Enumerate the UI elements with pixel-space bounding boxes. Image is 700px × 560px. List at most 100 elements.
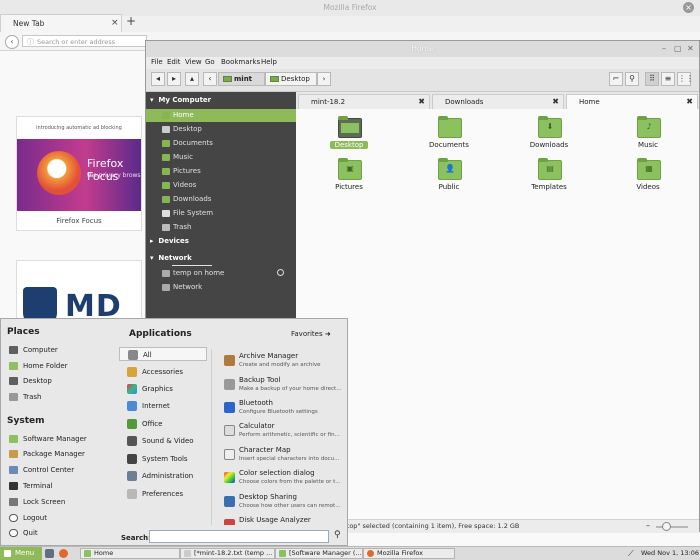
menu-file[interactable]: File: [151, 58, 163, 66]
menu-view[interactable]: View: [185, 58, 202, 66]
task-firefox[interactable]: Mozilla Firefox: [363, 548, 455, 559]
maximize-icon[interactable]: ▢: [674, 44, 682, 53]
forward-arrow-icon[interactable]: ▸: [167, 72, 181, 86]
minimize-icon[interactable]: –: [662, 44, 666, 53]
task-home[interactable]: Home: [80, 548, 180, 559]
close-icon[interactable]: ✕: [687, 44, 694, 53]
close-icon[interactable]: ✖: [552, 97, 559, 106]
desktop-folder-icon: [338, 116, 362, 138]
chevron-right-icon[interactable]: ›: [317, 72, 331, 86]
file-item-desktop[interactable]: Desktop: [321, 116, 377, 158]
sidebar-item-pictures[interactable]: Pictures: [146, 165, 296, 178]
sidebar-item-music[interactable]: Music: [146, 151, 296, 164]
breadcrumb-desktop[interactable]: Desktop: [265, 72, 317, 86]
app-calculator[interactable]: Calculator Perform arithmetic, scientific…: [219, 421, 343, 444]
file-item-documents[interactable]: Documents: [421, 116, 477, 158]
file-item-templates[interactable]: ▤ Templates: [521, 158, 577, 200]
sidebar-item-home[interactable]: Home: [146, 109, 296, 122]
file-item-music[interactable]: ♪ Music: [620, 116, 676, 158]
category-accessories[interactable]: Accessories: [119, 365, 207, 379]
app-desktop-sharing[interactable]: Desktop Sharing Choose how other users ca…: [219, 492, 343, 515]
home-icon: [162, 112, 170, 119]
back-arrow-icon[interactable]: ‹: [5, 35, 19, 49]
zoom-slider[interactable]: [656, 526, 688, 528]
up-arrow-icon[interactable]: ▴: [185, 72, 199, 86]
category-system-tools[interactable]: System Tools: [119, 452, 207, 466]
search-icon[interactable]: ⚲: [334, 530, 341, 540]
category-all[interactable]: All: [119, 347, 207, 361]
sidebar-item-desktop[interactable]: Desktop: [146, 123, 296, 136]
favorites-label: Favorites: [291, 330, 323, 338]
file-label: Public: [438, 183, 460, 191]
system-label: Software Manager: [23, 435, 87, 443]
breadcrumb-mint[interactable]: mint: [218, 72, 265, 86]
sidebar-item-documents[interactable]: Documents: [146, 137, 296, 150]
file-item-videos[interactable]: ▦ Videos: [620, 158, 676, 200]
firefox-tab-new[interactable]: New Tab ×: [0, 14, 122, 32]
app-color-selection[interactable]: Color selection dialog Choose colors from…: [219, 468, 343, 491]
search-input[interactable]: [149, 530, 329, 543]
plus-icon[interactable]: +: [126, 14, 136, 28]
menu-button[interactable]: Menu: [0, 547, 42, 560]
sidebar-item-temp-on-home[interactable]: temp on home: [146, 267, 296, 280]
menu-edit[interactable]: Edit: [167, 58, 181, 66]
chevron-left-icon[interactable]: ‹: [203, 72, 217, 86]
app-bluetooth[interactable]: Bluetooth Configure Bluetooth settings: [219, 398, 343, 421]
search-icon[interactable]: ⚲: [625, 72, 639, 86]
list-view-icon[interactable]: ≡: [661, 72, 675, 86]
close-icon[interactable]: ✖: [418, 97, 425, 106]
menu-go[interactable]: Go: [205, 58, 215, 66]
firefox-icon[interactable]: [59, 549, 68, 558]
category-preferences[interactable]: Preferences: [119, 487, 207, 501]
file-item-public[interactable]: 👤 Public: [421, 158, 477, 200]
network-status-icon[interactable]: ⟋: [628, 549, 634, 559]
app-archive-manager[interactable]: Archive Manager Create and modify an arch…: [219, 351, 343, 374]
url-bar[interactable]: ⓘ Search or enter address: [22, 35, 147, 47]
category-graphics[interactable]: Graphics: [119, 382, 207, 396]
toolbar: ◂ ▸ ▴ ‹ mint Desktop › ⌐ ⚲ ⠿ ≡ ⋮⋮: [146, 69, 699, 92]
app-backup-tool[interactable]: Backup Tool Make a backup of your home di…: [219, 375, 343, 398]
app-description: Perform arithmetic, scientific or fin...: [239, 432, 340, 438]
file-item-downloads[interactable]: ⬇ Downloads: [521, 116, 577, 158]
menu-help[interactable]: Help: [261, 58, 277, 66]
file-manager-titlebar[interactable]: Home – ▢ ✕: [146, 41, 699, 57]
sidebar-item-trash[interactable]: Trash: [146, 221, 296, 234]
sound-video-icon: [127, 436, 137, 446]
icon-view-icon[interactable]: ⠿: [645, 72, 659, 86]
back-arrow-icon[interactable]: ◂: [151, 72, 165, 86]
sidebar-section-my-computer[interactable]: ▾ My Computer: [150, 96, 211, 104]
top-site-tile-firefox-focus[interactable]: introducing automatic ad blocking Firefo…: [16, 116, 142, 231]
firefox-close-icon[interactable]: ×: [683, 2, 694, 13]
sidebar-item-label: File System: [173, 209, 214, 217]
compact-view-icon[interactable]: ⋮⋮: [677, 72, 694, 86]
clock[interactable]: Wed Nov 1, 13:06: [641, 549, 699, 557]
close-icon[interactable]: ✖: [686, 97, 693, 106]
category-sound-video[interactable]: Sound & Video: [119, 434, 207, 448]
file-item-pictures[interactable]: ▣ Pictures: [321, 158, 377, 200]
sidebar-item-downloads[interactable]: Downloads: [146, 193, 296, 206]
toggle-location-icon[interactable]: ⌐: [609, 72, 623, 86]
zoom-out-icon[interactable]: –: [646, 521, 650, 530]
app-disk-usage-analyzer[interactable]: Disk Usage Analyzer: [219, 515, 343, 525]
close-icon[interactable]: ×: [111, 18, 119, 28]
category-administration[interactable]: Administration: [119, 469, 207, 483]
zoom-slider-handle[interactable]: [662, 522, 671, 531]
sidebar-section-network[interactable]: ▾ Network: [150, 254, 192, 262]
favorites-button[interactable]: Favorites ➜: [291, 330, 331, 338]
category-internet[interactable]: Internet: [119, 399, 207, 413]
task-software-manager[interactable]: [Software Manager (...: [275, 548, 363, 559]
sidebar-item-network[interactable]: Network: [146, 281, 296, 294]
task-text-editor[interactable]: [*mint-18.2.txt (temp ...: [180, 548, 275, 559]
sidebar-item-videos[interactable]: Videos: [146, 179, 296, 192]
category-office[interactable]: Office: [119, 417, 207, 431]
file-label: Templates: [531, 183, 567, 191]
tab-downloads[interactable]: Downloads ✖: [432, 94, 564, 109]
tab-mint-18-2[interactable]: mint-18.2 ✖: [298, 94, 430, 109]
app-character-map[interactable]: Character Map Insert special characters i…: [219, 445, 343, 468]
sidebar-item-file-system[interactable]: File System: [146, 207, 296, 220]
sidebar-section-devices[interactable]: ▸ Devices: [150, 237, 189, 245]
tab-home[interactable]: Home ✖: [566, 94, 698, 109]
menu-bookmarks[interactable]: Bookmarks: [221, 58, 260, 66]
show-desktop-icon[interactable]: [45, 549, 54, 558]
eject-icon[interactable]: [277, 269, 284, 276]
